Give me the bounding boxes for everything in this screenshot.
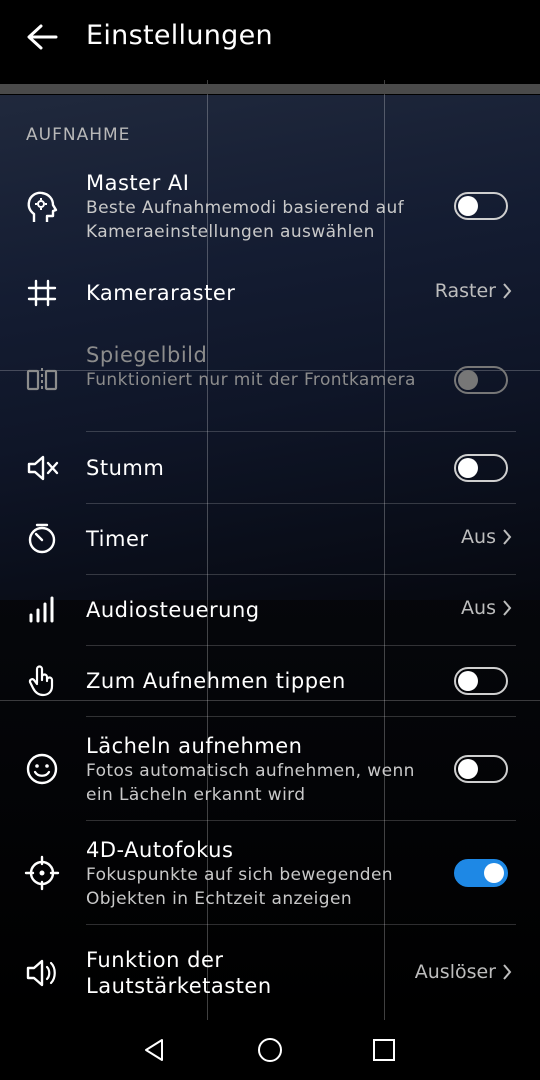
setting-value[interactable]: Auslöser: [415, 961, 512, 983]
toggle-knob: [458, 759, 478, 779]
value-label: Aus: [461, 597, 496, 619]
tap-to-capture-toggle[interactable]: [454, 667, 508, 695]
mute-speaker-icon: [22, 448, 62, 488]
divider: [86, 574, 516, 575]
spiegelbild-toggle[interactable]: [454, 366, 508, 394]
touch-hand-icon: [22, 661, 62, 701]
setting-title: Stumm: [86, 456, 165, 480]
setting-kameraraster[interactable]: Kameraraster Raster: [0, 268, 540, 318]
arrow-left-icon[interactable]: [22, 18, 62, 58]
toggle-knob: [458, 458, 478, 478]
chevron-right-icon: [503, 283, 512, 299]
nav-home-icon[interactable]: [254, 1034, 286, 1066]
audio-bars-icon: [22, 590, 62, 630]
setting-title: Timer: [86, 527, 149, 551]
top-divider-bar: [0, 84, 540, 94]
chevron-right-icon: [503, 600, 512, 616]
autofocus-4d-toggle[interactable]: [454, 859, 508, 887]
grid-hash-icon: [22, 273, 62, 313]
mirror-icon: [22, 360, 62, 400]
setting-title: Funktion der Lautstärketasten: [86, 948, 272, 998]
setting-value[interactable]: Raster: [435, 280, 512, 302]
master-ai-toggle[interactable]: [454, 192, 508, 220]
chevron-right-icon: [503, 529, 512, 545]
setting-title: Zum Aufnehmen tippen: [86, 669, 346, 693]
setting-spiegelbild[interactable]: Spiegelbild Funktioniert nur mit der Fro…: [0, 342, 540, 422]
timer-icon: [22, 519, 62, 559]
page-title: Einstellungen: [86, 20, 273, 51]
toggle-knob: [458, 196, 478, 216]
setting-subtitle: Fotos automatisch aufnehmen, wenn ein Lä…: [86, 761, 415, 805]
divider: [86, 503, 516, 504]
setting-subtitle: Fokuspunkte auf sich bewegenden Objekten…: [86, 865, 393, 909]
value-label: Raster: [434, 280, 496, 302]
setting-title: 4D-Autofokus: [86, 838, 234, 862]
setting-audiosteuerung[interactable]: Audiosteuerung Aus: [0, 585, 540, 635]
divider: [86, 431, 516, 432]
smile-icon: [22, 749, 62, 789]
section-header: AUFNAHME: [26, 125, 131, 145]
setting-4d-autofokus[interactable]: 4D-Autofokus Fokuspunkte auf sich bewege…: [0, 837, 540, 917]
crosshair-icon: [22, 853, 62, 893]
divider: [86, 924, 516, 925]
divider: [86, 820, 516, 821]
setting-value[interactable]: Aus: [461, 526, 512, 548]
value-label: Auslöser: [414, 961, 496, 983]
toggle-knob: [458, 671, 478, 691]
system-nav-bar: [0, 1020, 540, 1080]
divider: [86, 716, 516, 717]
setting-stumm[interactable]: Stumm: [0, 443, 540, 493]
chevron-right-icon: [503, 964, 512, 980]
setting-master-ai[interactable]: Master AI Beste Aufnahmemodi basierend a…: [0, 170, 540, 250]
toggle-knob: [484, 863, 504, 883]
setting-title: Lächeln aufnehmen: [86, 734, 303, 758]
setting-subtitle: Funktioniert nur mit der Frontkamera: [86, 370, 416, 390]
value-label: Aus: [461, 526, 496, 548]
setting-lautstaerketasten[interactable]: Funktion der Lautstärketasten Auslöser: [0, 947, 540, 1003]
smile-capture-toggle[interactable]: [454, 755, 508, 783]
setting-title: Master AI: [86, 171, 190, 195]
setting-title: Spiegelbild: [86, 343, 208, 367]
setting-zum-aufnehmen-tippen[interactable]: Zum Aufnehmen tippen: [0, 656, 540, 706]
setting-timer[interactable]: Timer Aus: [0, 514, 540, 564]
setting-value[interactable]: Aus: [461, 597, 512, 619]
setting-subtitle: Beste Aufnahmemodi basierend auf Kamerae…: [86, 198, 405, 242]
toggle-knob: [458, 370, 478, 390]
nav-recents-icon[interactable]: [368, 1034, 400, 1066]
nav-back-icon[interactable]: [138, 1034, 170, 1066]
master-ai-head-icon: [22, 188, 62, 228]
setting-title: Audiosteuerung: [86, 598, 260, 622]
setting-laecheln-aufnehmen[interactable]: Lächeln aufnehmen Fotos automatisch aufn…: [0, 733, 540, 813]
volume-icon: [22, 953, 62, 993]
top-bar: Einstellungen: [0, 0, 540, 80]
stumm-toggle[interactable]: [454, 454, 508, 482]
setting-title: Kameraraster: [86, 281, 236, 305]
divider: [86, 645, 516, 646]
